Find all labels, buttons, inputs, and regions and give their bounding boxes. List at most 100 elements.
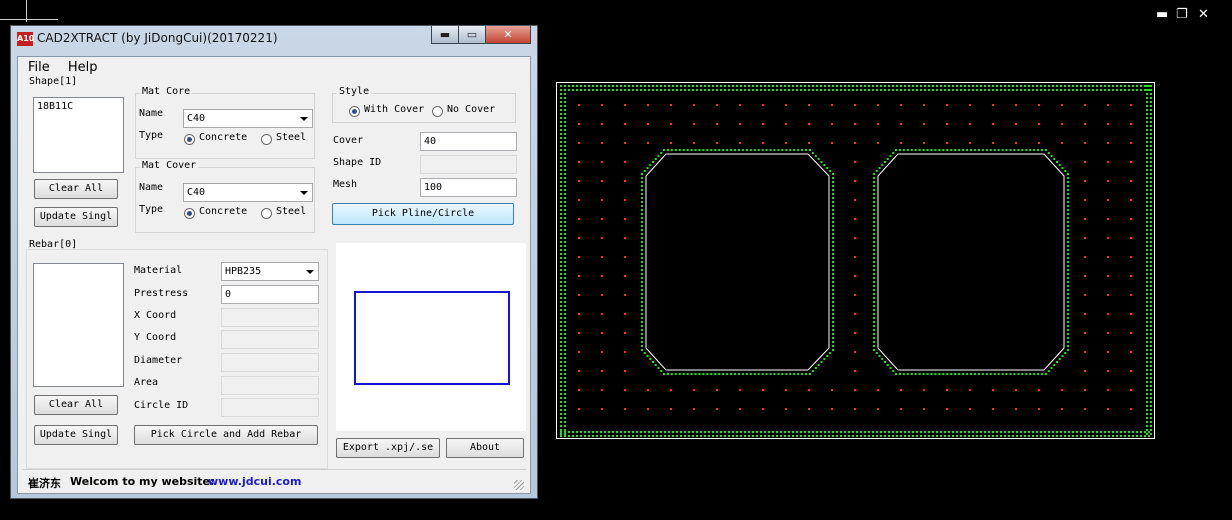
cover-mesh-point [592, 85, 594, 87]
cover-mesh-point [1146, 261, 1148, 263]
mat-core-name-select[interactable]: C40 [183, 109, 313, 128]
cover-mesh-point [898, 149, 901, 151]
cover-mesh-point [828, 85, 830, 87]
cover-mesh-point [1146, 161, 1148, 163]
style-title: Style [337, 86, 372, 97]
rebar-clear-all-button[interactable]: Clear All [34, 395, 118, 415]
mat-cover-steel-radio[interactable] [261, 208, 272, 219]
cover-mesh-point [560, 197, 562, 199]
cover-mesh-point [832, 285, 834, 287]
cover-mesh-point [992, 435, 994, 437]
cover-mesh-point [1104, 89, 1106, 91]
circle-id-input[interactable] [221, 398, 319, 417]
cover-mesh-point [1017, 373, 1020, 375]
cover-mesh-point [832, 333, 834, 335]
x-coord-input[interactable] [221, 308, 319, 327]
cover-mesh-point [1150, 101, 1152, 103]
cover-mesh-point [912, 431, 914, 433]
maximize-button[interactable]: ▭ [458, 26, 486, 44]
cover-mesh-point [1150, 189, 1152, 191]
cover-mesh-point [564, 269, 566, 271]
cover-mesh-point [564, 253, 566, 255]
title-bar[interactable]: A10 CAD2XTRACT (by JiDongCui)(20170221) … [11, 26, 537, 52]
cover-mesh-point [564, 373, 566, 375]
cad-drawing-canvas[interactable] [556, 82, 1156, 440]
core-mesh-point [601, 275, 603, 277]
cover-mesh-point [1146, 349, 1148, 351]
core-mesh-point [601, 237, 603, 239]
cover-mesh-point [596, 89, 598, 91]
cover-mesh-point [873, 309, 875, 311]
menu-help[interactable]: Help [68, 60, 98, 75]
host-close-icon[interactable]: ✕ [1198, 8, 1209, 22]
prestress-label: Prestress [134, 288, 189, 299]
prestress-input[interactable]: 0 [221, 285, 319, 304]
host-minimize-icon[interactable]: ▬ [1156, 8, 1168, 22]
y-coord-input[interactable] [221, 330, 319, 349]
cover-mesh-point [672, 431, 674, 433]
cover-mesh-point [828, 431, 830, 433]
cover-mesh-point [784, 89, 786, 91]
cover-mesh-point [560, 245, 562, 247]
area-input[interactable] [221, 376, 319, 395]
cover-mesh-point [1096, 85, 1098, 87]
cover-mesh-point [832, 289, 834, 291]
cover-mesh-point [1064, 89, 1066, 91]
cover-mesh-point [873, 345, 875, 347]
shape-clear-all-button[interactable]: Clear All [34, 179, 118, 199]
no-cover-radio[interactable] [432, 106, 443, 117]
cover-mesh-point [928, 431, 930, 433]
with-cover-radio[interactable] [349, 106, 360, 117]
cover-mesh-point [912, 89, 914, 91]
cover-mesh-point [1100, 431, 1102, 433]
shape-update-single-button[interactable]: Update Singl [34, 207, 118, 227]
cover-mesh-point [1146, 177, 1148, 179]
cover-mesh-point [564, 433, 566, 435]
cover-mesh-point [908, 431, 910, 433]
cover-input[interactable]: 40 [420, 132, 517, 151]
shape-list[interactable]: 18B11C [33, 97, 124, 173]
cover-mesh-point [1146, 89, 1148, 91]
cover-mesh-point [832, 329, 834, 331]
cover-mesh-point [628, 435, 630, 437]
cover-mesh-point [654, 158, 657, 160]
shape-id-input[interactable] [420, 155, 517, 174]
mat-cover-concrete-radio[interactable] [184, 208, 195, 219]
minimize-button[interactable]: ▬ [431, 26, 459, 44]
resize-grip-icon[interactable] [514, 480, 524, 490]
list-item[interactable]: 18B11C [37, 101, 73, 112]
export-button[interactable]: Export .xpj/.se [336, 438, 440, 458]
rebar-list[interactable] [33, 263, 124, 387]
cover-mesh-point [720, 431, 722, 433]
cover-mesh-point [1067, 301, 1069, 303]
cover-mesh-point [1108, 431, 1110, 433]
cover-mesh-point [740, 85, 742, 87]
about-button[interactable]: About [446, 438, 524, 458]
cover-mesh-point [1146, 393, 1148, 395]
mat-cover-name-select[interactable]: C40 [183, 183, 313, 202]
core-mesh-point [1130, 313, 1132, 315]
cover-mesh-point [580, 431, 582, 433]
cover-mesh-point [698, 149, 701, 151]
core-mesh-point [1107, 237, 1109, 239]
cover-mesh-point [660, 435, 662, 437]
cover-mesh-point [1092, 85, 1094, 87]
menu-file[interactable]: File [28, 60, 50, 75]
material-select[interactable]: HPB235 [221, 262, 319, 281]
mat-core-concrete-radio[interactable] [184, 134, 195, 145]
diameter-input[interactable] [221, 353, 319, 372]
chevron-down-icon [306, 270, 314, 274]
mat-core-steel-radio[interactable] [261, 134, 272, 145]
host-restore-icon[interactable]: ❐ [1176, 8, 1188, 22]
pick-pline-circle-button[interactable]: Pick Pline/Circle [332, 203, 514, 225]
close-button[interactable]: ✕ [485, 26, 531, 44]
cover-mesh-point [1146, 433, 1148, 435]
cover-mesh-point [1036, 89, 1038, 91]
cover-mesh-point [888, 89, 890, 91]
cover-mesh-point [1013, 149, 1016, 151]
rebar-update-single-button[interactable]: Update Singl [34, 425, 118, 445]
pick-circle-add-rebar-button[interactable]: Pick Circle and Add Rebar [134, 425, 318, 445]
mesh-input[interactable]: 100 [420, 178, 517, 197]
website-link[interactable]: www.jdcui.com [208, 475, 301, 488]
cover-mesh-point [1056, 361, 1058, 363]
